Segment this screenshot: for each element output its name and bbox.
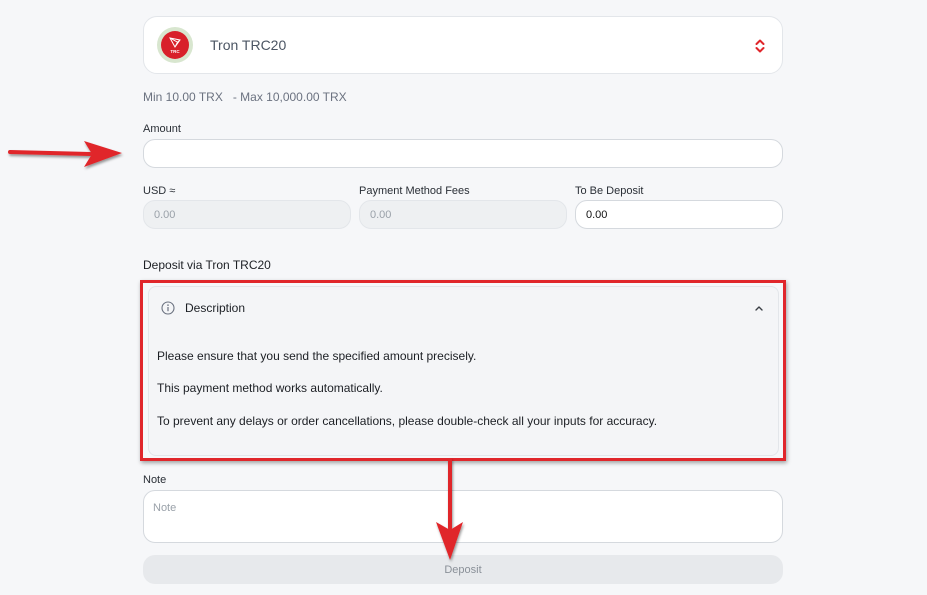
- description-line: To prevent any delays or order cancellat…: [157, 414, 658, 428]
- amount-input[interactable]: [143, 139, 783, 168]
- note-textarea[interactable]: [143, 490, 783, 543]
- select-caret-icon: [755, 39, 765, 53]
- to-be-deposit-label: To Be Deposit: [575, 185, 644, 197]
- description-line: This payment method works automatically.: [157, 381, 383, 395]
- limits-text: Min 10.00 TRX - Max 10,000.00 TRX: [143, 90, 347, 104]
- to-be-deposit-input[interactable]: [575, 200, 783, 229]
- fees-label: Payment Method Fees: [359, 185, 470, 197]
- amount-label: Amount: [143, 123, 181, 135]
- usd-input: [143, 200, 351, 229]
- chevron-up-icon[interactable]: [754, 304, 764, 312]
- info-icon: [161, 301, 175, 315]
- fees-input: [359, 200, 567, 229]
- currency-name: Tron TRC20: [210, 37, 287, 53]
- note-label: Note: [143, 474, 167, 486]
- description-header[interactable]: Description: [161, 301, 245, 315]
- currency-select[interactable]: TRC Tron TRC20: [143, 16, 783, 74]
- description-title: Description: [185, 301, 246, 315]
- tron-logo-icon: TRC: [157, 27, 193, 63]
- description-line: Please ensure that you send the specifie…: [157, 349, 477, 363]
- deposit-via-heading: Deposit via Tron TRC20: [143, 258, 271, 272]
- description-panel: Description Please ensure that you send …: [148, 286, 779, 456]
- logo-text: TRC: [170, 48, 180, 54]
- arrow-right-icon: [8, 141, 122, 167]
- deposit-button[interactable]: Deposit: [143, 555, 783, 584]
- usd-label: USD ≈: [143, 185, 176, 197]
